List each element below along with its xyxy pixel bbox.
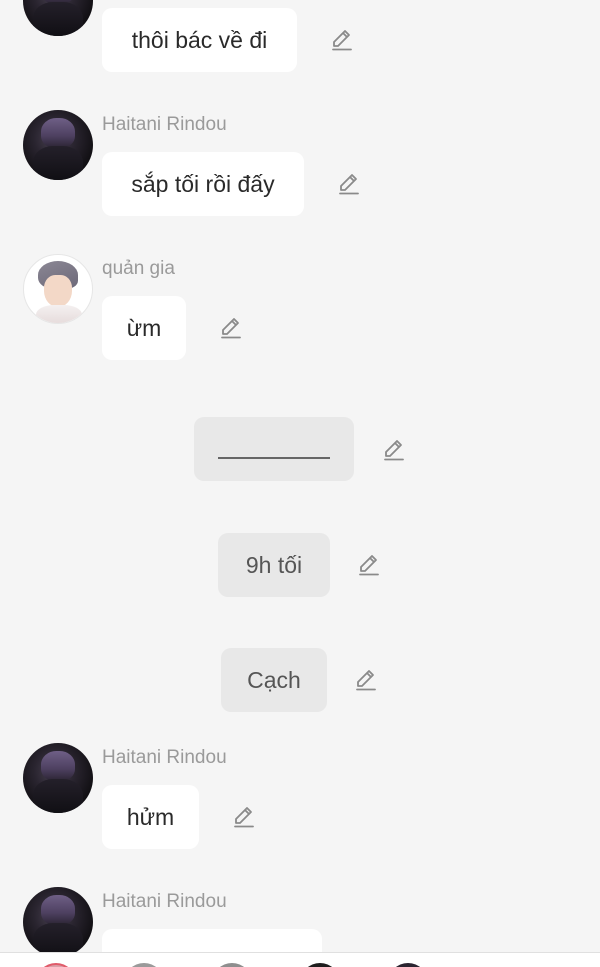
pencil-edit-icon[interactable] [231,804,257,830]
tab-avatar[interactable] [36,963,76,967]
message-text: sắp tối rồi đấy [131,170,275,197]
tab-avatar[interactable] [124,963,164,967]
character-avatar[interactable] [23,110,93,180]
speaker-name: Haitani Rindou [102,114,227,135]
narration-text: 9h tối [245,551,303,578]
narration-bubble[interactable] [194,417,354,481]
speaker-name: quản gia [102,258,175,279]
character-tab-bar [0,952,600,967]
pencil-edit-icon[interactable] [353,667,379,693]
pencil-edit-icon[interactable] [356,552,382,578]
message-bubble[interactable]: ừm [102,296,186,360]
scene-break-line [218,457,330,459]
character-avatar[interactable] [23,0,93,36]
speaker-name: Haitani Rindou [102,891,227,912]
character-avatar[interactable] [23,887,93,957]
narration-bubble[interactable]: 9h tối [218,533,330,597]
message-bubble[interactable]: thôi bác về đi [102,8,297,72]
message-text: thôi bác về đi [131,26,268,53]
tab-avatar[interactable] [212,963,252,967]
tab-avatar[interactable] [300,963,340,967]
pencil-edit-icon[interactable] [381,437,407,463]
message-text: hửm [126,803,175,830]
narration-bubble[interactable]: Cạch [221,648,327,712]
tab-avatar[interactable] [388,963,428,967]
pencil-edit-icon[interactable] [218,315,244,341]
speaker-name: Haitani Rindou [102,747,227,768]
narration-text: Cạch [247,666,301,693]
character-avatar[interactable] [23,254,93,324]
message-text: ừm [126,314,162,341]
pencil-edit-icon[interactable] [336,171,362,197]
pencil-edit-icon[interactable] [329,27,355,53]
message-bubble[interactable]: hửm [102,785,199,849]
message-bubble[interactable]: sắp tối rồi đấy [102,152,304,216]
character-avatar[interactable] [23,743,93,813]
